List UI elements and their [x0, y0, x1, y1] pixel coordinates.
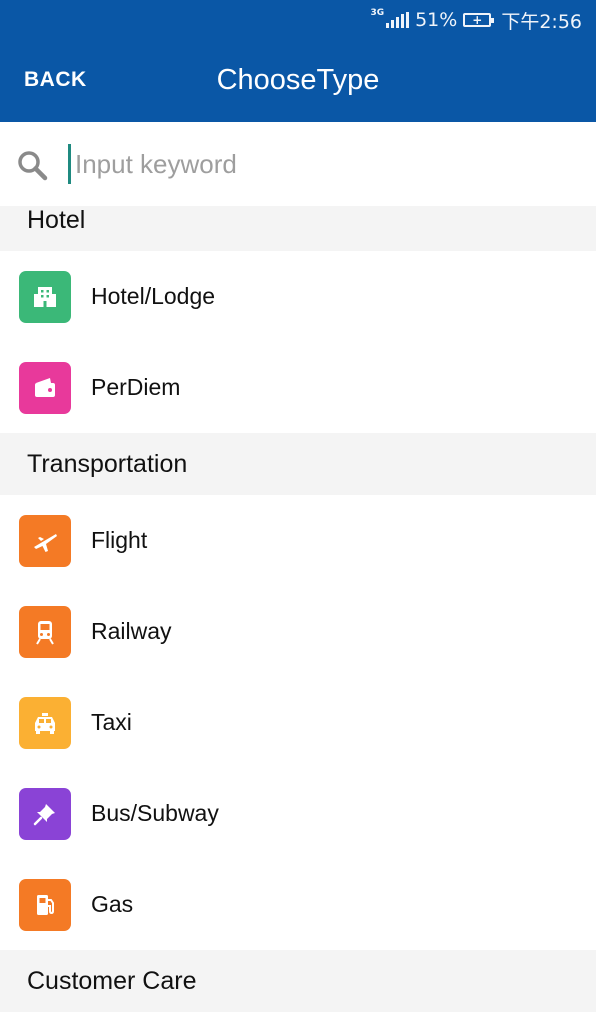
section-header-customer-care: Customer Care: [0, 950, 596, 1012]
gas-pump-icon: [19, 878, 71, 931]
network-type: 3G: [370, 8, 385, 18]
search-icon: [18, 151, 48, 181]
taxi-icon: [19, 696, 71, 749]
battery-icon: +: [463, 13, 495, 27]
train-icon: [19, 605, 71, 658]
status-time: 下午2:56: [501, 10, 582, 33]
list-item-perdiem[interactable]: PerDiem: [0, 342, 596, 433]
status-indicators: 3G 51% + 下午2:56: [370, 8, 582, 33]
item-label: Flight: [91, 527, 148, 553]
airplane-icon: [19, 514, 71, 567]
section-header-transportation: Transportation: [0, 433, 596, 495]
list-item-taxi[interactable]: Taxi: [0, 677, 596, 768]
list-item-bus-subway[interactable]: Bus/Subway: [0, 768, 596, 859]
list-item-flight[interactable]: Flight: [0, 495, 596, 586]
item-label: PerDiem: [91, 374, 181, 400]
wallet-icon: [19, 361, 71, 414]
search-bar: [0, 122, 596, 206]
item-label: Bus/Subway: [91, 800, 219, 826]
battery-percent: 51%: [415, 9, 458, 31]
item-label: Taxi: [91, 709, 132, 735]
top-bar: 3G 51% + 下午2:56 BACK ChooseType: [0, 0, 596, 122]
item-label: Hotel/Lodge: [91, 283, 216, 309]
list-item-railway[interactable]: Railway: [0, 586, 596, 677]
signal-icon: [386, 12, 410, 28]
item-label: Gas: [91, 891, 134, 917]
status-bar: 3G 51% + 下午2:56: [0, 0, 596, 40]
type-list: Hotel Hotel/Lodge PerDiem Transportation…: [0, 206, 596, 1012]
page-title: ChooseType: [216, 64, 380, 96]
item-label: Railway: [91, 618, 172, 644]
pin-icon: [19, 787, 71, 840]
building-icon: [19, 270, 71, 323]
list-item-gas[interactable]: Gas: [0, 859, 596, 950]
app-bar: BACK ChooseType: [0, 40, 596, 122]
section-header-hotel: Hotel: [0, 206, 596, 251]
search-input[interactable]: [68, 144, 568, 184]
list-item-hotel-lodge[interactable]: Hotel/Lodge: [0, 251, 596, 342]
